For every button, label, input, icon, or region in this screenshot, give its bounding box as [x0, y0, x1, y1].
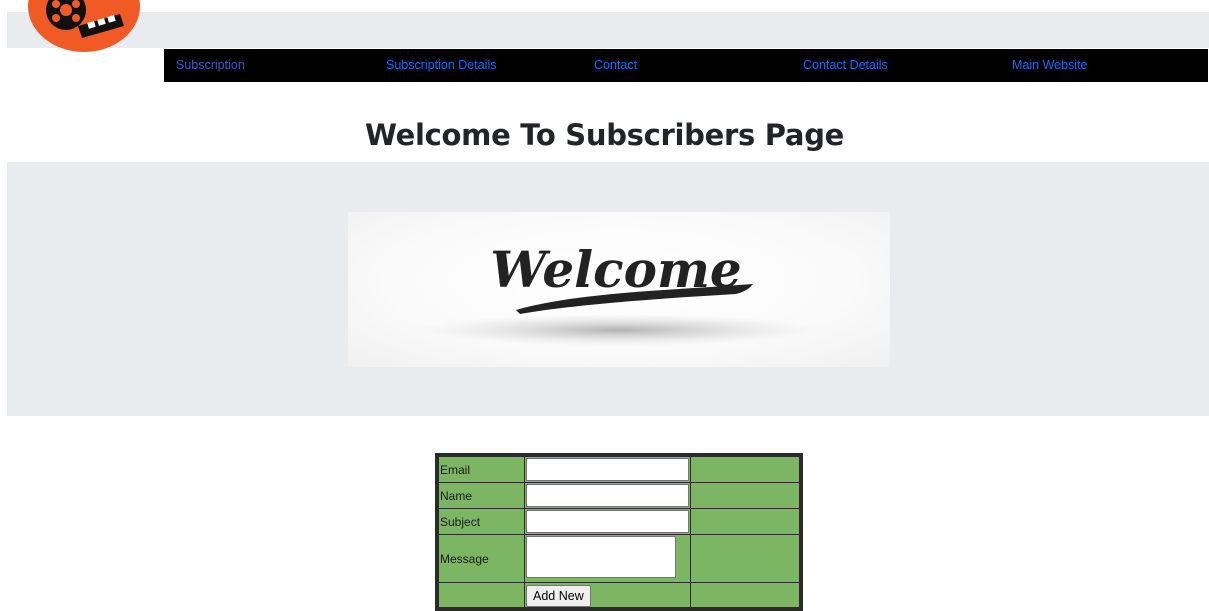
nav-link-main-website[interactable]: Main Website: [1012, 49, 1088, 82]
nav-link-subscription[interactable]: Subscription: [176, 49, 245, 82]
nav-link-contact-details[interactable]: Contact Details: [803, 49, 888, 82]
name-label: Name: [438, 482, 525, 509]
message-textarea[interactable]: [526, 536, 676, 578]
site-logo[interactable]: [26, 0, 142, 53]
add-new-button[interactable]: Add New: [526, 585, 591, 607]
email-label: Email: [438, 456, 525, 483]
nav-link-contact[interactable]: Contact: [594, 49, 637, 82]
page-title: Welcome To Subscribers Page: [364, 118, 845, 152]
form-row-name: Name: [438, 482, 800, 509]
form-row-email: Email: [438, 456, 800, 483]
welcome-banner-image: Welcome: [348, 212, 890, 367]
header-bar: [7, 12, 1209, 48]
main-navbar: Subscription Subscription Details Contac…: [164, 49, 1208, 82]
subject-label: Subject: [438, 508, 525, 535]
nav-link-subscription-details[interactable]: Subscription Details: [386, 49, 496, 82]
form-row-subject: Subject: [438, 508, 800, 535]
form-table: Email Name Subject Message Add New: [438, 456, 800, 608]
form-row-message: Message: [438, 534, 800, 583]
email-input[interactable]: [526, 458, 689, 481]
film-reel-logo-icon: [28, 0, 140, 52]
message-label: Message: [438, 534, 525, 583]
subscriber-form: Email Name Subject Message Add New: [435, 453, 803, 611]
name-input[interactable]: [526, 484, 689, 507]
welcome-jumbotron: Welcome: [7, 162, 1209, 416]
form-row-submit: Add New: [438, 582, 800, 608]
subject-input[interactable]: [526, 510, 689, 533]
